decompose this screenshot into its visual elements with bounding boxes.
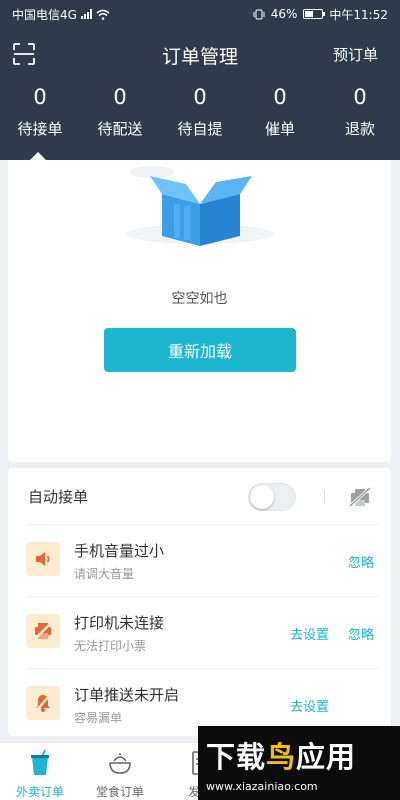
- toggle-knob: [250, 485, 274, 509]
- empty-box-illustration: [126, 166, 274, 246]
- watermark-logo: 下载鸟应用 www.xiazainiao.com: [198, 726, 400, 800]
- stat-count: 0: [353, 85, 367, 109]
- stat-label: 催单: [264, 120, 295, 138]
- battery-percent: 46%: [270, 7, 298, 21]
- bowl-icon: [109, 753, 131, 774]
- stat-pending-pickup[interactable]: 0 待自提: [160, 84, 240, 139]
- stat-pending-accept[interactable]: 0 待接单: [0, 84, 80, 139]
- ignore-button[interactable]: 忽略: [348, 624, 374, 643]
- signal-icon: [80, 9, 92, 19]
- tab-label: 堂食订单: [95, 785, 144, 799]
- go-settings-button[interactable]: 去设置: [290, 696, 329, 715]
- stat-count: 0: [113, 85, 127, 109]
- alert-volume-low: 手机音量过小 请调大音量 忽略: [8, 524, 391, 596]
- reload-button[interactable]: 重新加载: [104, 328, 296, 372]
- clock: 中午11:52: [329, 7, 388, 22]
- speaker-icon: [26, 542, 60, 576]
- stat-label: 待配送: [97, 120, 143, 138]
- alert-title: 订单推送未开启: [74, 686, 180, 704]
- stat-label: 待接单: [17, 120, 63, 138]
- watermark-brand: 下载鸟应用: [206, 734, 356, 776]
- go-settings-button[interactable]: 去设置: [290, 624, 329, 643]
- order-header: 订单管理 预订单 0 待接单 0 待配送 0 待自提 0 催单 0 退款: [0, 28, 400, 162]
- alert-title: 打印机未连接: [74, 614, 165, 632]
- auto-accept-toggle[interactable]: [248, 483, 296, 511]
- tab-takeaway-orders[interactable]: 外卖订单: [0, 743, 80, 800]
- preorder-link[interactable]: 预订单: [333, 44, 378, 65]
- stat-reminders[interactable]: 0 催单: [240, 84, 320, 139]
- alert-printer-disconnected: 打印机未连接 无法打印小票 去设置 忽略: [8, 596, 391, 668]
- battery-icon: [303, 9, 326, 19]
- watermark-url: www.xiazainiao.com: [206, 780, 318, 793]
- wifi-icon: [96, 9, 110, 20]
- divider: [324, 490, 325, 504]
- order-stats: 0 待接单 0 待配送 0 待自提 0 催单 0 退款: [0, 84, 400, 139]
- stat-refunds[interactable]: 0 退款: [320, 84, 400, 139]
- stat-count: 0: [193, 85, 207, 109]
- tab-dine-in-orders[interactable]: 堂食订单: [80, 743, 160, 800]
- empty-state-card: 空空如也 重新加载: [8, 160, 391, 462]
- auto-accept-row: 自动接单: [8, 468, 391, 524]
- printer-off-icon[interactable]: [348, 486, 372, 508]
- alert-subtitle: 无法打印小票: [74, 639, 147, 653]
- alert-subtitle: 请调大音量: [74, 567, 135, 581]
- alerts-card: 自动接单 手机音量过小 请调大音量 忽略 打印机未连接 无法打印小票 去设置 忽…: [8, 468, 391, 736]
- drink-cup-icon: [31, 749, 49, 775]
- auto-accept-label: 自动接单: [28, 488, 89, 506]
- bell-off-icon: [26, 686, 60, 720]
- alert-subtitle: 容易漏单: [74, 711, 123, 725]
- vibrate-icon: [253, 9, 265, 19]
- watermark-brand-text: 应用: [296, 740, 357, 774]
- alert-title: 手机音量过小: [74, 542, 165, 560]
- stat-label: 退款: [344, 120, 375, 138]
- stat-pending-delivery[interactable]: 0 待配送: [80, 84, 160, 139]
- stat-label: 待自提: [177, 120, 223, 138]
- watermark-brand-text: 下载: [206, 740, 267, 774]
- stat-count: 0: [33, 85, 47, 109]
- status-bar: 中国电信4G 46% 中午11:52: [0, 0, 400, 28]
- stat-count: 0: [273, 85, 287, 109]
- printer-off-icon: [26, 614, 60, 648]
- empty-message: 空空如也: [171, 291, 228, 307]
- ignore-button[interactable]: 忽略: [348, 552, 374, 571]
- watermark-brand-accent: 鸟: [266, 740, 297, 774]
- carrier-label: 中国电信4G: [12, 7, 77, 22]
- tab-label: 外卖订单: [15, 785, 64, 799]
